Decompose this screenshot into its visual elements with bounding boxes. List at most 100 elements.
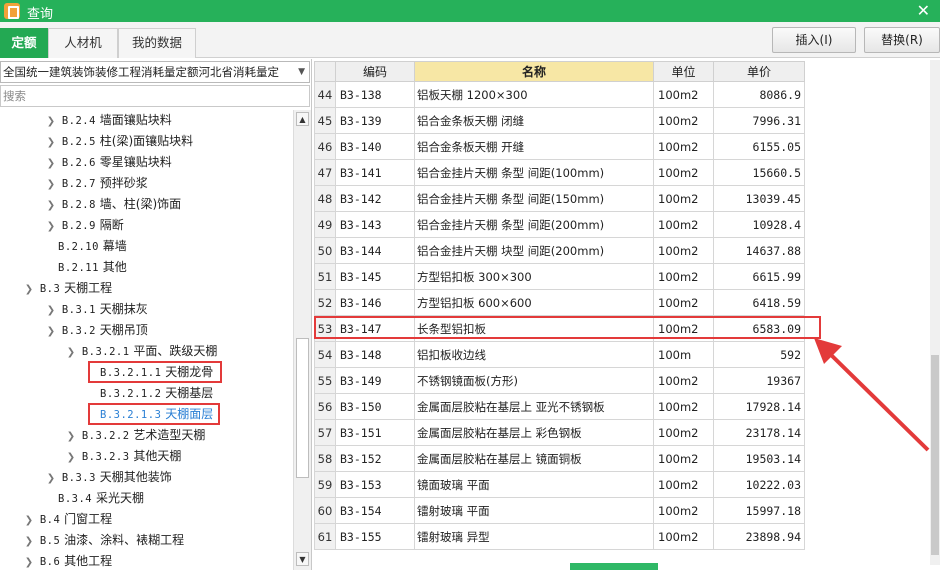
chevron-down-icon[interactable]: ❯ [44, 321, 58, 342]
tree-item[interactable]: ❯ B.3.2.2 艺术造型天棚 [64, 425, 206, 447]
table-row[interactable]: 44 B3-138 铝板天棚 1200×300 100m2 8086.9 [314, 81, 805, 108]
tab-my-data[interactable]: 我的数据 [118, 28, 196, 58]
chevron-right-icon[interactable]: ❯ [44, 153, 58, 174]
table-row[interactable]: 47 B3-141 铝合金挂片天棚 条型 间距(100mm) 100m2 15660.5 [314, 159, 805, 186]
table-row[interactable]: 61 B3-155 镭射玻璃 异型 100m2 23898.94 [314, 523, 805, 550]
table-row[interactable]: 50 B3-144 铝合金挂片天棚 块型 间距(200mm) 100m2 14637.8… [314, 237, 805, 264]
tree-item-code: B.2.10 [58, 241, 99, 253]
tree-item[interactable]: B.3.2.1.2 天棚基层 [100, 383, 213, 404]
chevron-right-icon[interactable]: ❯ [44, 195, 58, 216]
tree-item[interactable]: ❯ B.3 天棚工程 [22, 278, 112, 299]
table-row[interactable]: 56 B3-150 金属面层胶粘在基层上 亚光不锈钢板 100m2 17928.14 [314, 393, 805, 420]
cell-code: B3-148 [335, 341, 415, 368]
header-name[interactable]: 名称 [414, 61, 654, 82]
cell-code: B3-146 [335, 289, 415, 316]
tree-item[interactable]: B.2.11 其他 [58, 257, 127, 278]
table-row[interactable]: 60 B3-154 镭射玻璃 平面 100m2 15997.18 [314, 497, 805, 524]
cell-name: 铝合金挂片天棚 条型 间距(100mm) [414, 159, 654, 186]
table-row[interactable]: 59 B3-153 镜面玻璃 平面 100m2 10222.03 [314, 471, 805, 498]
cell-code: B3-143 [335, 211, 415, 238]
tab-labor-material[interactable]: 人材机 [48, 28, 118, 58]
close-icon[interactable]: ✕ [917, 1, 930, 20]
tree-item-label: 墙、柱(梁)饰面 [99, 197, 182, 211]
tree-item-label: 预拌砂浆 [99, 176, 148, 190]
quota-table: 编码 名称 单位 单价 44 B3-138 铝板天棚 1200×300 100m2 80… [314, 61, 805, 550]
header-code[interactable]: 编码 [335, 61, 415, 82]
tree-item[interactable]: ❯ B.6 其他工程 [22, 551, 112, 570]
chevron-right-icon[interactable]: ❯ [44, 111, 58, 132]
cell-name: 金属面层胶粘在基层上 彩色钢板 [414, 419, 654, 446]
cell-code: B3-151 [335, 419, 415, 446]
chevron-down-icon[interactable]: ❯ [22, 552, 36, 570]
library-select[interactable]: 全国统一建筑装饰装修工程消耗量定额河北省消耗量定 ▼ [0, 61, 310, 83]
tree-item[interactable]: ❯ B.2.9 隔断 [44, 215, 124, 236]
tree-item-label: 其他天棚 [133, 449, 182, 463]
tree-item[interactable]: ❯ B.3.1 天棚抹灰 [44, 299, 148, 320]
cell-price: 14637.88 [713, 237, 805, 264]
table-row[interactable]: 51 B3-145 方型铝扣板 300×300 100m2 6615.99 [314, 263, 805, 290]
header-unit[interactable]: 单位 [653, 61, 714, 82]
tree-item-label: 零星镶贴块料 [99, 155, 172, 169]
chevron-right-icon[interactable]: ❯ [44, 216, 58, 237]
table-row[interactable]: 49 B3-143 铝合金挂片天棚 条型 间距(200mm) 100m2 10928.4 [314, 211, 805, 238]
tree-item[interactable]: ❯ B.2.8 墙、柱(梁)饰面 [44, 194, 181, 215]
highlight-box-ceiling-surface [88, 403, 220, 425]
tree-item[interactable]: ❯ B.2.6 零星镶贴块料 [44, 152, 172, 173]
splitter-handle[interactable] [570, 563, 658, 570]
chevron-right-icon[interactable]: ❯ [64, 426, 78, 447]
tree-item[interactable]: ❯ B.3.2.3 其他天棚 [64, 446, 182, 468]
cell-code: B3-141 [335, 159, 415, 186]
tree-item-label: 隔断 [99, 218, 124, 232]
cell-name: 镭射玻璃 异型 [414, 523, 654, 550]
tree-item[interactable]: ❯ B.3.3 天棚其他装饰 [44, 467, 172, 488]
tree-item[interactable]: ❯ B.4 门窗工程 [22, 509, 112, 530]
chevron-right-icon[interactable]: ❯ [44, 468, 58, 489]
grid-scrollbar[interactable] [930, 60, 940, 565]
tree-item-code: B.2.6 [61, 157, 96, 169]
table-row[interactable]: 57 B3-151 金属面层胶粘在基层上 彩色钢板 100m2 23178.14 [314, 419, 805, 446]
row-number: 45 [314, 107, 336, 134]
tree-item[interactable]: ❯ B.3.2.1 平面、跌级天棚 [64, 341, 218, 363]
scroll-up-icon[interactable]: ▲ [296, 112, 309, 126]
cell-code: B3-149 [335, 367, 415, 394]
tree-item[interactable]: ❯ B.3.2 天棚吊顶 [44, 320, 148, 341]
chevron-down-icon[interactable]: ❯ [64, 342, 78, 363]
chevron-right-icon[interactable]: ❯ [22, 531, 36, 552]
scroll-thumb[interactable] [296, 338, 309, 478]
cell-code: B3-155 [335, 523, 415, 550]
tree-item-code: B.3.2.1.2 [100, 388, 162, 400]
row-number: 59 [314, 471, 336, 498]
tree-item[interactable]: ❯ B.2.4 墙面镶贴块料 [44, 110, 172, 131]
chevron-right-icon[interactable]: ❯ [64, 447, 78, 468]
tree-item[interactable]: ❯ B.2.7 预拌砂浆 [44, 173, 148, 194]
chevron-down-icon[interactable]: ❯ [22, 279, 36, 300]
table-row[interactable]: 54 B3-148 铝扣板收边线 100m 592 [314, 341, 805, 368]
tree-item[interactable]: ❯ B.2.5 柱(梁)面镶贴块料 [44, 131, 193, 152]
table-row[interactable]: 45 B3-139 铝合金条板天棚 闭缝 100m2 7996.31 [314, 107, 805, 134]
search-input[interactable]: 搜索 [0, 85, 310, 107]
tree-item[interactable]: ❯ B.5 油漆、涂料、裱糊工程 [22, 530, 184, 551]
table-row[interactable]: 58 B3-152 金属面层胶粘在基层上 镜面铜板 100m2 19503.14 [314, 445, 805, 472]
table-row[interactable]: 46 B3-140 铝合金条板天棚 开缝 100m2 6155.05 [314, 133, 805, 160]
cell-price: 6615.99 [713, 263, 805, 290]
replace-button[interactable]: 替换(R) [864, 27, 940, 53]
chevron-right-icon[interactable]: ❯ [44, 300, 58, 321]
row-number: 61 [314, 523, 336, 550]
tree-item[interactable]: B.3.4 采光天棚 [58, 488, 144, 509]
header-price[interactable]: 单价 [713, 61, 805, 82]
table-row[interactable]: 52 B3-146 方型铝扣板 600×600 100m2 6418.59 [314, 289, 805, 316]
table-row[interactable]: 48 B3-142 铝合金挂片天棚 条型 间距(150mm) 100m2 13039.4… [314, 185, 805, 212]
tree-item[interactable]: B.2.10 幕墙 [58, 236, 127, 257]
scroll-down-icon[interactable]: ▼ [296, 552, 309, 566]
chevron-right-icon[interactable]: ❯ [44, 132, 58, 153]
insert-button[interactable]: 插入(I) [772, 27, 856, 53]
tab-quota[interactable]: 定额 [0, 28, 48, 58]
cell-name: 镜面玻璃 平面 [414, 471, 654, 498]
chevron-right-icon[interactable]: ❯ [22, 510, 36, 531]
row-number: 57 [314, 419, 336, 446]
row-number: 46 [314, 133, 336, 160]
table-row[interactable]: 55 B3-149 不锈钢镜面板(方形) 100m2 19367 [314, 367, 805, 394]
tree-scrollbar[interactable]: ▲ ▼ [293, 110, 311, 570]
cell-unit: 100m2 [653, 497, 714, 524]
chevron-right-icon[interactable]: ❯ [44, 174, 58, 195]
